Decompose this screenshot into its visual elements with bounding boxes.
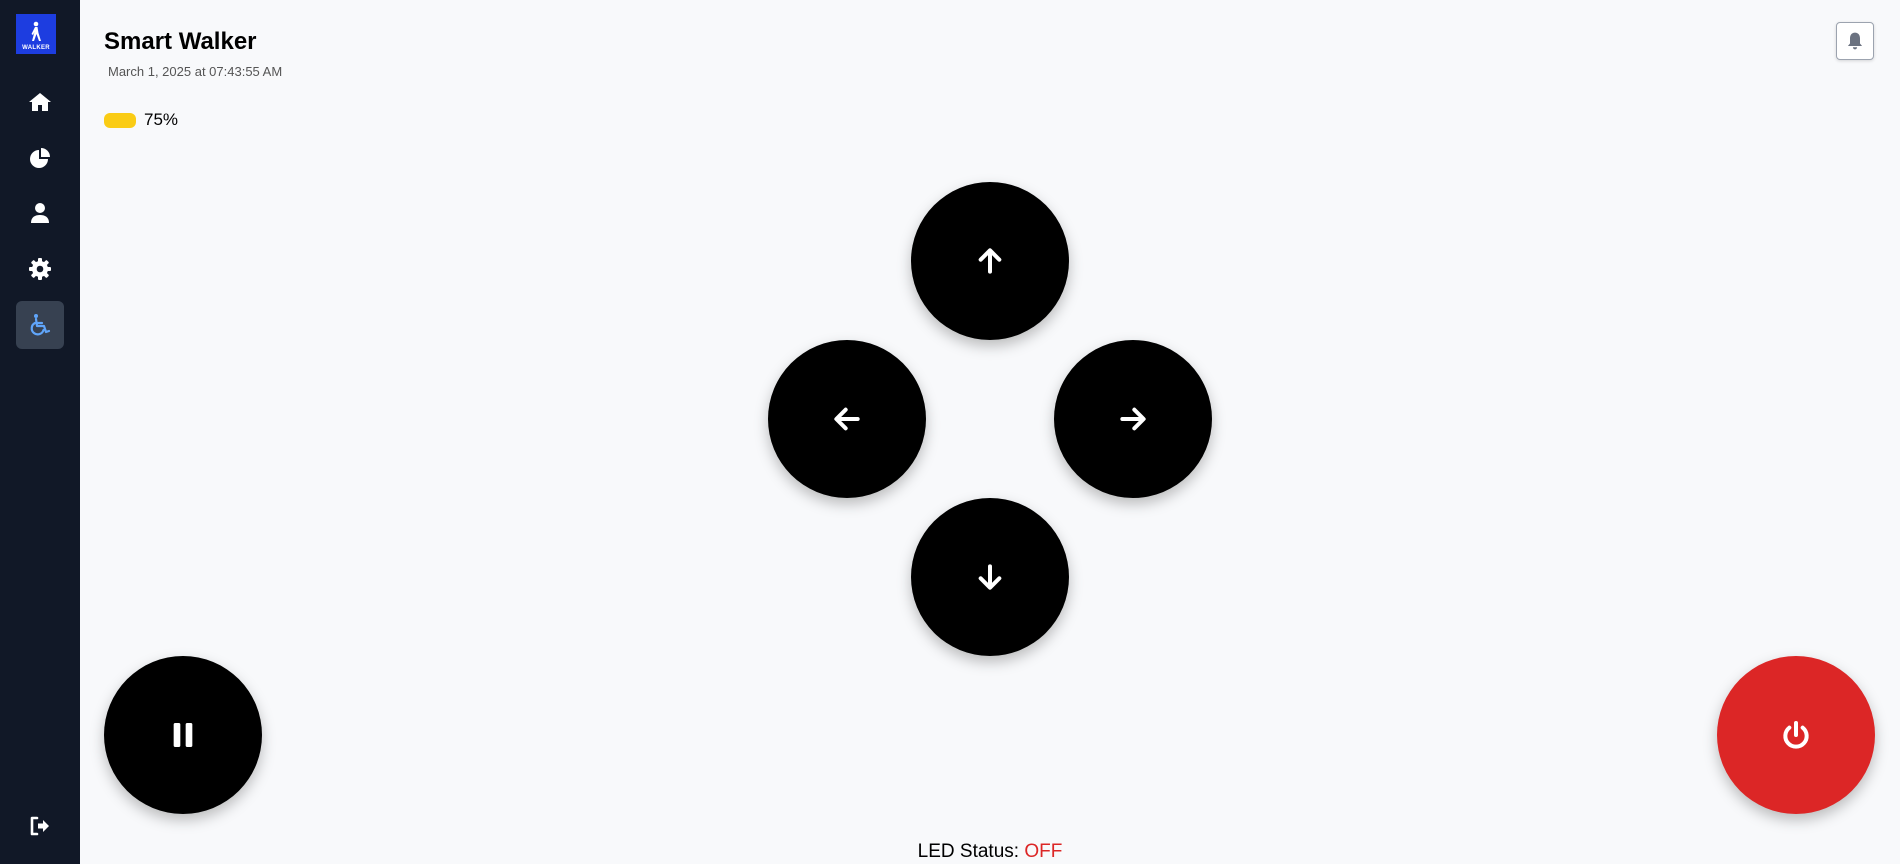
power-button[interactable] (1717, 656, 1875, 814)
nav-logout[interactable] (16, 802, 64, 850)
pie-chart-icon (30, 148, 50, 168)
nav-walker-control[interactable] (16, 301, 64, 349)
pause-button[interactable] (104, 656, 262, 814)
nav-home[interactable] (16, 78, 64, 126)
logout-icon (30, 816, 49, 836)
arrow-right-icon (1120, 407, 1146, 431)
home-icon (29, 93, 51, 111)
user-icon (31, 203, 49, 223)
turn-right-button[interactable] (1054, 340, 1212, 498)
nav-profile[interactable] (16, 189, 64, 237)
led-status: LED Status: OFF (80, 841, 1900, 863)
arrow-down-icon (978, 564, 1002, 590)
led-status-value: OFF (1024, 841, 1063, 862)
sidebar: WALKER (0, 0, 80, 864)
arrow-up-icon (978, 248, 1002, 274)
battery-indicator: 75% (104, 110, 178, 130)
move-forward-button[interactable] (911, 182, 1069, 340)
led-status-label: LED Status: (917, 841, 1020, 862)
battery-percentage: 75% (144, 110, 179, 129)
walker-figure-icon (31, 21, 41, 41)
app-logo[interactable]: WALKER (16, 14, 56, 54)
current-datetime: March 1, 2025 at 07:43:55 AM (108, 64, 283, 79)
nav-settings[interactable] (16, 245, 64, 293)
gear-icon (29, 258, 51, 280)
logo-text: WALKER (22, 45, 50, 51)
arrow-left-icon (834, 407, 860, 431)
main-content: Smart Walker March 1, 2025 at 07:43:55 A… (80, 0, 1900, 864)
move-backward-button[interactable] (911, 498, 1069, 656)
turn-left-button[interactable] (768, 340, 926, 498)
page-title: Smart Walker (104, 28, 257, 55)
bell-icon (1847, 32, 1863, 50)
notifications-button[interactable] (1836, 22, 1874, 60)
battery-level-bar (104, 112, 136, 128)
pause-icon (173, 723, 193, 747)
wheelchair-icon (30, 314, 51, 336)
nav-analytics[interactable] (16, 134, 64, 182)
power-icon (1783, 721, 1809, 749)
